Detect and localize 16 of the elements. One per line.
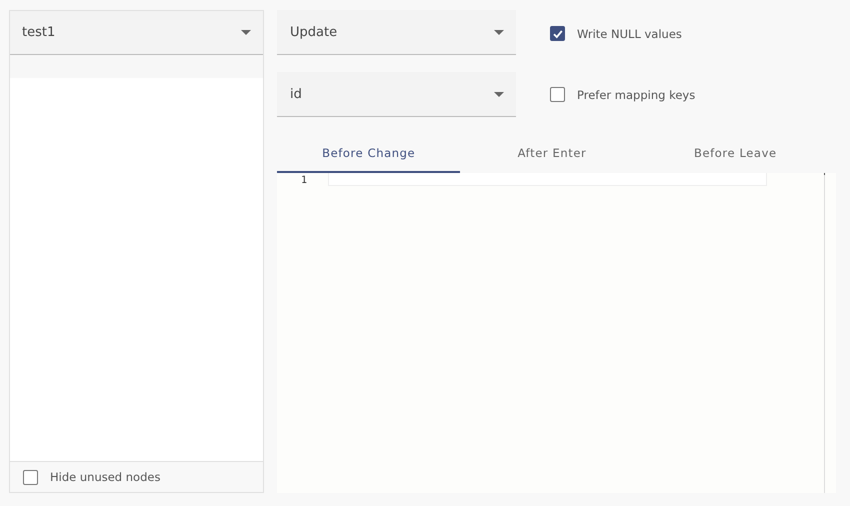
checkbox-label: Prefer mapping keys — [577, 88, 696, 102]
caret-icon — [241, 30, 251, 35]
checkbox-label: Hide unused nodes — [50, 470, 160, 484]
dropdown-select[interactable]: Update — [277, 10, 516, 55]
dropdown-select[interactable]: id — [277, 72, 516, 117]
option-checkbox[interactable] — [550, 87, 565, 102]
code-editor[interactable]: 1 — [277, 173, 836, 493]
hide-unused-checkbox[interactable] — [23, 470, 38, 484]
table-select[interactable]: test1 — [10, 11, 263, 55]
caret-icon — [494, 30, 504, 34]
checkbox-label: Write NULL values — [577, 26, 682, 40]
line-number: 1 — [300, 174, 308, 186]
caret-icon — [494, 92, 504, 96]
tab[interactable]: Before Leave — [644, 135, 827, 173]
option-checkbox[interactable] — [550, 26, 565, 41]
tab[interactable]: After Enter — [460, 135, 644, 173]
